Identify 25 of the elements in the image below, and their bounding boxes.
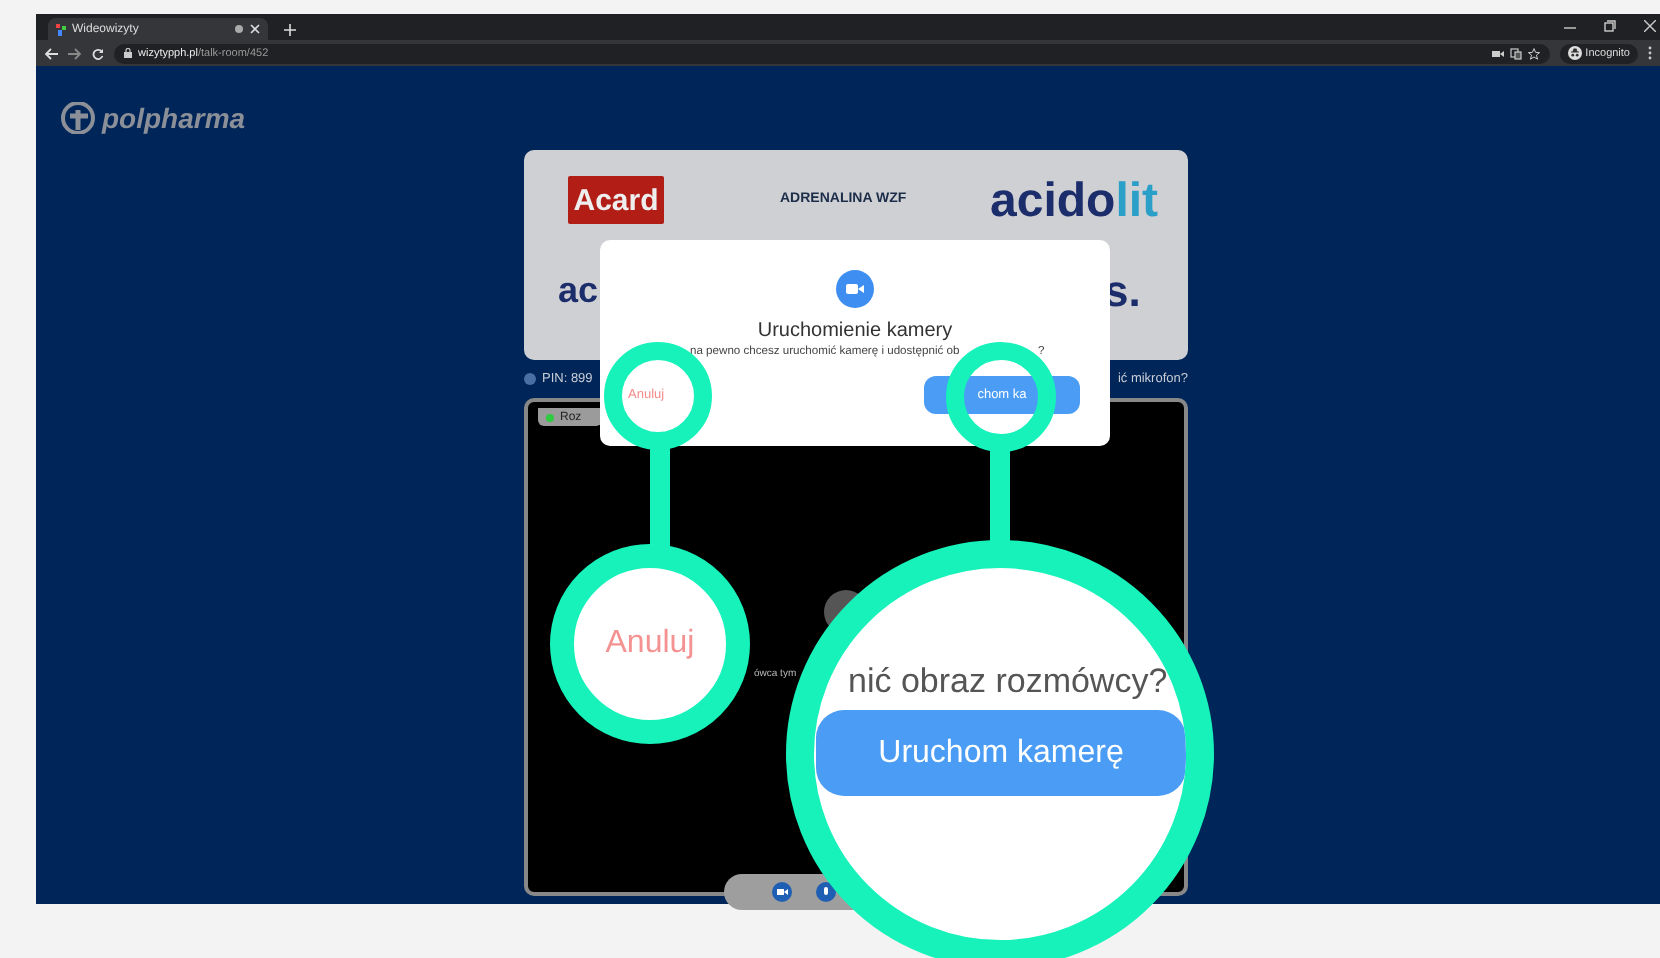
camera-icon[interactable] bbox=[1491, 49, 1504, 57]
sponsor-logo: acidolit bbox=[990, 174, 1159, 230]
zoomed-cancel-label: Anuluj bbox=[605, 626, 695, 662]
translate-icon[interactable] bbox=[1509, 47, 1522, 59]
zoomed-message: nić obraz rozmówcy? bbox=[848, 662, 1168, 702]
reload-icon[interactable] bbox=[92, 47, 104, 59]
new-tab-icon[interactable] bbox=[284, 24, 296, 36]
incognito-icon bbox=[1567, 46, 1582, 60]
minimize-icon[interactable] bbox=[1564, 24, 1576, 32]
logo-text: polpharma bbox=[102, 102, 246, 134]
back-icon[interactable] bbox=[44, 47, 58, 59]
audio-icon bbox=[234, 24, 244, 34]
favicon-icon bbox=[56, 23, 66, 35]
maximize-icon[interactable] bbox=[1604, 20, 1616, 32]
forward-icon[interactable] bbox=[68, 47, 82, 59]
dialog-title: Uruchomienie kamery bbox=[755, 320, 955, 342]
logo-icon bbox=[60, 102, 96, 134]
star-icon[interactable] bbox=[1527, 47, 1540, 59]
microphone-icon[interactable] bbox=[816, 882, 836, 902]
close-icon[interactable] bbox=[250, 24, 260, 34]
camera-icon bbox=[836, 270, 874, 308]
close-icon[interactable] bbox=[1644, 20, 1656, 32]
highlight-ring bbox=[946, 342, 1056, 452]
sponsor-logo: Acard bbox=[568, 176, 664, 224]
sponsor-logo: ac bbox=[558, 270, 599, 312]
